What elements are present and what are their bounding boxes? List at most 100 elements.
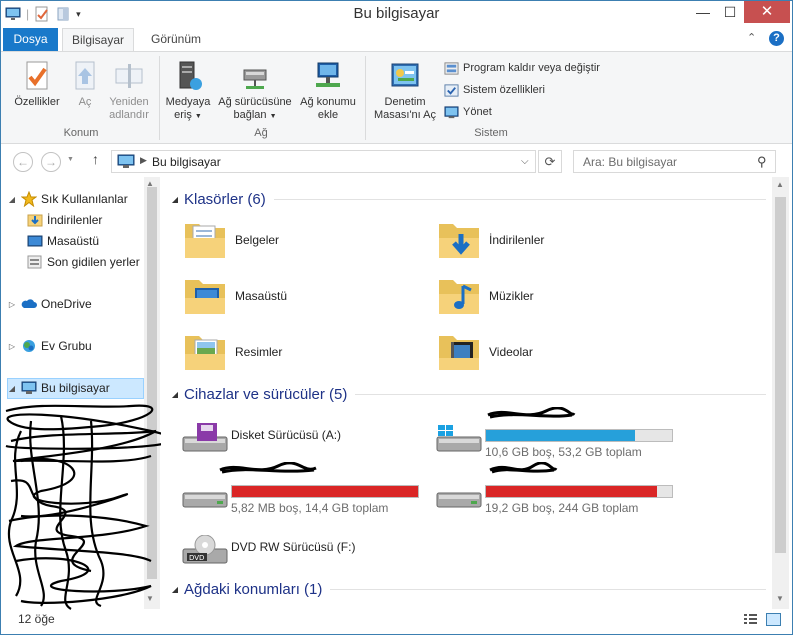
homegroup-icon bbox=[23, 340, 35, 352]
tiles-view-icon[interactable] bbox=[766, 613, 781, 626]
tree-item-onedrive[interactable]: ▷ OneDrive bbox=[7, 294, 92, 314]
search-icon[interactable]: ⚲ bbox=[757, 154, 767, 170]
scroll-down-icon[interactable]: ▼ bbox=[776, 594, 784, 603]
tree-label: Masaüstü bbox=[47, 234, 100, 248]
recent-locations-chevron-icon[interactable]: ▼ bbox=[67, 156, 74, 163]
navigation-bar: ← → ▼ ↑ ▶ Bu bilgisayar ⌵ ⟳ Ara: Bu bilg… bbox=[1, 147, 792, 175]
refresh-button[interactable]: ⟳ bbox=[538, 150, 562, 173]
group-header-network[interactable]: ◢ Ağdaki konumları (1) bbox=[166, 579, 766, 599]
scroll-down-icon[interactable]: ▼ bbox=[146, 594, 154, 603]
folder-item-documents[interactable]: Belgeler bbox=[181, 215, 279, 265]
control-panel-label-1: Denetim bbox=[384, 96, 426, 108]
drive-dvd[interactable]: DVD DVD RW Sürücüsü (F:) bbox=[181, 523, 431, 573]
map-network-drive-button[interactable]: Ağ sürücüsüne bağlan ▼ bbox=[216, 60, 294, 123]
computer-icon bbox=[117, 154, 135, 168]
chevron-up-icon[interactable]: ⌃ bbox=[747, 31, 756, 44]
control-panel-button[interactable]: Denetim Masası'nı Aç bbox=[369, 60, 441, 122]
group-title: Cihazlar ve sürücüler (5) bbox=[184, 385, 348, 403]
drive-usage-fill bbox=[486, 486, 658, 497]
close-button[interactable]: ✕ bbox=[744, 1, 790, 23]
expand-arrow-icon[interactable]: ◢ bbox=[166, 195, 184, 204]
tree-item-homegroup[interactable]: ▷ Ev Grubu bbox=[7, 336, 92, 356]
group-header-folders[interactable]: ◢ Klasörler (6) bbox=[166, 189, 766, 209]
ribbon: Özellikler Aç Yeniden adlandır Konum Med… bbox=[1, 51, 792, 144]
tab-view[interactable]: Görünüm bbox=[141, 28, 211, 51]
rename-button[interactable]: Yeniden adlandır bbox=[103, 60, 155, 122]
drive-usage-bar bbox=[485, 485, 673, 498]
uninstall-label: Program kaldır veya değiştir bbox=[463, 62, 600, 74]
nav-scrollbar[interactable]: ▲ ▼ bbox=[144, 177, 160, 609]
tree-item-recent[interactable]: Son gidilen yerler bbox=[23, 252, 140, 272]
address-bar[interactable]: ▶ Bu bilgisayar ⌵ bbox=[111, 150, 536, 173]
floppy-drive-icon bbox=[182, 423, 228, 452]
group-location-label: Konum bbox=[63, 127, 99, 139]
expand-arrow-icon[interactable]: ◢ bbox=[166, 585, 184, 594]
chevron-down-icon: ▼ bbox=[269, 113, 277, 120]
divider bbox=[355, 393, 766, 395]
separator bbox=[365, 56, 366, 140]
chevron-down-icon[interactable]: ⌵ bbox=[521, 156, 529, 167]
divider bbox=[273, 198, 766, 200]
add-location-label-1: Ağ konumu bbox=[300, 96, 356, 108]
item-label: Videolar bbox=[489, 345, 533, 359]
collapse-arrow-icon[interactable]: ▷ bbox=[7, 300, 17, 309]
forward-button[interactable]: → bbox=[41, 152, 61, 172]
minimize-button[interactable]: — bbox=[689, 1, 717, 23]
tree-label: Bu bilgisayar bbox=[41, 381, 110, 395]
group-header-devices[interactable]: ◢ Cihazlar ve sürücüler (5) bbox=[166, 384, 766, 404]
folder-item-desktop[interactable]: Masaüstü bbox=[181, 271, 287, 321]
search-input[interactable]: Ara: Bu bilgisayar ⚲ bbox=[573, 150, 776, 173]
uninstall-program-button[interactable]: Program kaldır veya değiştir bbox=[444, 59, 600, 77]
expand-arrow-icon[interactable]: ◢ bbox=[166, 390, 184, 399]
tree-item-favorites[interactable]: ◢ Sık Kullanılanlar bbox=[7, 189, 128, 209]
tab-computer[interactable]: Bilgisayar bbox=[62, 28, 134, 52]
media-label-2: eriş bbox=[174, 109, 192, 121]
scrollbar-thumb[interactable] bbox=[775, 197, 786, 553]
divider bbox=[330, 588, 766, 590]
ribbon-tabs: Dosya Bilgisayar Görünüm ⌃ ? bbox=[1, 28, 792, 52]
open-button[interactable]: Aç bbox=[67, 60, 103, 109]
back-button[interactable]: ← bbox=[13, 152, 33, 172]
tree-item-desktop[interactable]: Masaüstü bbox=[23, 231, 99, 251]
drive-3[interactable]: 19,2 GB boş, 244 GB toplam bbox=[435, 467, 685, 517]
scroll-up-icon[interactable]: ▲ bbox=[776, 180, 784, 189]
up-arrow-icon[interactable]: ↑ bbox=[92, 151, 99, 167]
media-access-button[interactable]: Medyaya eriş ▼ bbox=[161, 60, 215, 123]
system-properties-label: Sistem özellikleri bbox=[463, 84, 545, 96]
details-view-icon[interactable] bbox=[743, 613, 758, 626]
maximize-button[interactable]: ☐ bbox=[717, 1, 743, 23]
item-label: İndirilenler bbox=[489, 233, 545, 247]
expand-arrow-icon[interactable]: ◢ bbox=[7, 384, 17, 393]
tab-file[interactable]: Dosya bbox=[3, 28, 58, 51]
folder-item-videos[interactable]: Videolar bbox=[435, 327, 533, 377]
map-drive-label-2: bağlan bbox=[233, 109, 267, 121]
map-drive-label-1: Ağ sürücüsüne bbox=[218, 96, 292, 108]
properties-label: Özellikler bbox=[14, 96, 60, 108]
item-label: Resimler bbox=[235, 345, 283, 359]
folder-item-downloads[interactable]: İndirilenler bbox=[435, 215, 544, 265]
manage-button[interactable]: Yönet bbox=[444, 103, 492, 121]
control-panel-label-2: Masası'nı Aç bbox=[373, 109, 436, 121]
hard-drive-icon bbox=[182, 492, 228, 508]
expand-arrow-icon[interactable]: ◢ bbox=[7, 195, 17, 204]
control-panel-icon bbox=[391, 63, 419, 87]
properties-icon bbox=[26, 61, 48, 90]
group-network-label: Ağ bbox=[254, 127, 268, 139]
breadcrumb-chevron-icon[interactable]: ▶ bbox=[140, 155, 147, 166]
folder-item-music[interactable]: Müzikler bbox=[435, 271, 534, 321]
add-location-label-2: ekle bbox=[317, 109, 339, 121]
properties-button[interactable]: Özellikler bbox=[9, 60, 65, 109]
folder-item-pictures[interactable]: Resimler bbox=[181, 327, 282, 377]
tree-item-downloads[interactable]: İndirilenler bbox=[23, 210, 102, 230]
breadcrumb[interactable]: Bu bilgisayar bbox=[152, 155, 221, 169]
tree-item-thispc[interactable]: ◢ Bu bilgisayar bbox=[7, 378, 110, 398]
add-network-location-button[interactable]: Ağ konumu ekle bbox=[296, 60, 360, 122]
recent-places-icon bbox=[27, 255, 42, 269]
help-icon[interactable]: ? bbox=[769, 31, 784, 46]
collapse-arrow-icon[interactable]: ▷ bbox=[7, 342, 17, 351]
chevron-down-icon: ▼ bbox=[194, 113, 202, 120]
system-properties-button[interactable]: Sistem özellikleri bbox=[444, 81, 545, 99]
scrollbar-thumb[interactable] bbox=[147, 187, 157, 579]
content-scrollbar[interactable]: ▲ ▼ bbox=[772, 177, 789, 609]
drive-floppy[interactable]: Disket Sürücüsü (A:) bbox=[181, 411, 421, 461]
